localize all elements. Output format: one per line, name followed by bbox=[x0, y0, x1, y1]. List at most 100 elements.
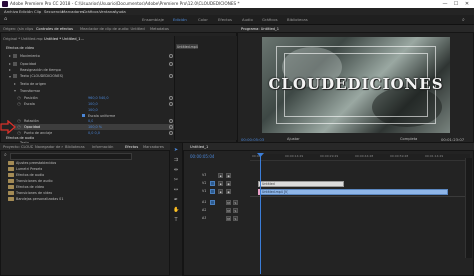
value-punto-anclaje[interactable]: 0,0 0,0 bbox=[88, 131, 100, 135]
solo-icon[interactable]: S bbox=[233, 200, 238, 205]
menu-ventana[interactable]: Ventana bbox=[99, 9, 115, 14]
video-frame[interactable]: CLOUDEDICIONES bbox=[262, 37, 450, 133]
eye-icon[interactable]: ◉ bbox=[226, 189, 231, 194]
timeline-timecode[interactable]: 00:00:05:04 bbox=[190, 154, 214, 159]
lock-track-icon[interactable]: ▪ bbox=[218, 181, 223, 186]
tab-effect-controls[interactable]: Controles de efectos bbox=[36, 27, 78, 31]
solo-icon[interactable]: S bbox=[233, 208, 238, 213]
reset-icon[interactable] bbox=[169, 54, 173, 58]
fx-badge-icon[interactable] bbox=[13, 54, 17, 58]
mute-icon[interactable]: M bbox=[226, 216, 231, 221]
maximize-button[interactable]: ☐ bbox=[451, 1, 461, 7]
tab-marcadores[interactable]: Marcadores bbox=[143, 145, 167, 149]
fx-badge-icon[interactable] bbox=[13, 74, 17, 78]
value-opacidad[interactable]: 100,0 % bbox=[88, 125, 102, 129]
tab-program[interactable]: Programa: Untitled_1 bbox=[241, 27, 351, 31]
stopwatch-icon[interactable]: ◷ bbox=[17, 96, 21, 100]
effects-search-input[interactable] bbox=[10, 153, 132, 160]
folder-efectos-audio[interactable]: Efectos de audio bbox=[16, 173, 44, 177]
reset-icon[interactable] bbox=[169, 96, 173, 100]
workspace-tab-graficos[interactable]: Gráficos bbox=[262, 17, 278, 22]
tab-info[interactable]: Información bbox=[92, 145, 114, 149]
home-icon[interactable]: ⌂ bbox=[4, 17, 9, 22]
mute-icon[interactable]: M bbox=[226, 200, 231, 205]
track-target-toggle[interactable] bbox=[210, 189, 215, 194]
tab-efectos[interactable]: Efectos bbox=[125, 145, 140, 149]
tab-metadatos[interactable]: Metadatos bbox=[150, 27, 180, 31]
mute-icon[interactable]: M bbox=[226, 208, 231, 213]
folder-transiciones-audio[interactable]: Transiciones de audio bbox=[16, 179, 53, 183]
hand-tool-icon[interactable]: ✋ bbox=[173, 207, 179, 213]
program-timecode-current[interactable]: 00:00:05:03 bbox=[241, 137, 264, 142]
stopwatch-icon[interactable]: ◷ bbox=[17, 131, 21, 135]
workspace-tab-efectos[interactable]: Efectos bbox=[218, 17, 232, 22]
workspace-tab-ensamblaje[interactable]: Ensamblaje bbox=[142, 17, 164, 22]
collapse-icon[interactable] bbox=[14, 90, 16, 92]
fx-badge-icon[interactable] bbox=[13, 62, 17, 66]
pen-tool-icon[interactable]: ✒ bbox=[173, 197, 179, 203]
menu-marcadores[interactable]: Marcadores bbox=[62, 9, 84, 14]
menu-edicion[interactable]: Edición bbox=[19, 9, 33, 14]
search-icon[interactable]: ⌕ bbox=[462, 17, 465, 23]
value-posicion[interactable]: 960,0 540,0 bbox=[88, 96, 109, 100]
selection-tool-icon[interactable]: ➤ bbox=[173, 147, 179, 153]
type-tool-icon[interactable]: T bbox=[173, 217, 179, 223]
close-button[interactable]: ✕ bbox=[462, 1, 472, 7]
workspace-tab-color[interactable]: Color bbox=[198, 17, 208, 22]
reset-icon[interactable] bbox=[169, 119, 173, 123]
expand-icon[interactable] bbox=[14, 83, 16, 85]
expand-icon[interactable] bbox=[9, 63, 11, 65]
menu-clip[interactable]: Clip bbox=[34, 9, 41, 14]
menu-archivo[interactable]: Archivo bbox=[4, 9, 18, 14]
menu-graficos[interactable]: Gráficos bbox=[83, 9, 99, 14]
slip-tool-icon[interactable]: ↔ bbox=[173, 187, 179, 193]
tab-media-browser[interactable]: Navegador de medios bbox=[35, 145, 63, 149]
reset-icon[interactable] bbox=[169, 125, 173, 129]
eye-icon[interactable]: ◉ bbox=[226, 181, 231, 186]
stopwatch-icon[interactable]: ◷ bbox=[17, 119, 21, 123]
reset-icon[interactable] bbox=[169, 62, 173, 66]
value-escala-ancho[interactable]: 100,0 bbox=[88, 108, 98, 112]
tab-audio-clip-mixer[interactable]: Mezclador de clip de audio: Untitled bbox=[80, 27, 148, 31]
timeline-playhead[interactable] bbox=[260, 154, 261, 274]
stopwatch-icon[interactable]: ◷ bbox=[17, 102, 21, 106]
reset-icon[interactable] bbox=[169, 74, 173, 78]
workspace-tab-bibliotecas[interactable]: Bibliotecas bbox=[287, 17, 308, 22]
track-target-toggle[interactable] bbox=[210, 200, 215, 205]
sequence-clip-label[interactable]: Untitled * Untitled_1... bbox=[44, 37, 94, 41]
value-escala[interactable]: 100,0 bbox=[88, 102, 98, 106]
reset-icon[interactable] bbox=[169, 102, 173, 106]
folder-bandejas[interactable]: Bandejas personalizadas 01 bbox=[16, 197, 64, 201]
reset-icon[interactable] bbox=[169, 131, 173, 135]
minimize-button[interactable]: — bbox=[440, 1, 450, 7]
stopwatch-icon[interactable]: ◷ bbox=[17, 125, 21, 129]
eye-icon[interactable]: ◉ bbox=[226, 173, 231, 178]
razor-tool-icon[interactable]: ✂ bbox=[173, 177, 179, 183]
overlay-title-text[interactable]: CLOUDEDICIONES bbox=[262, 75, 450, 93]
lock-track-icon[interactable]: ▪ bbox=[218, 189, 223, 194]
collapse-icon[interactable] bbox=[9, 76, 11, 78]
program-quality-select[interactable]: Completa bbox=[400, 137, 417, 141]
ripple-edit-tool-icon[interactable]: ⇹ bbox=[173, 167, 179, 173]
workspace-tab-edicion[interactable]: Edición bbox=[173, 17, 187, 22]
tab-project[interactable]: Proyecto: CLOUDEDICIONES bbox=[3, 145, 33, 149]
tab-libraries[interactable]: Bibliotecas bbox=[65, 145, 87, 149]
workspace-tab-audio[interactable]: Audio bbox=[242, 17, 253, 22]
menu-ayuda[interactable]: Ayuda bbox=[114, 9, 126, 14]
expand-icon[interactable] bbox=[9, 55, 11, 57]
expand-icon[interactable] bbox=[9, 69, 11, 71]
master-clip-label[interactable]: Original * Untitled.mp4 bbox=[3, 37, 43, 41]
folder-efectos-video[interactable]: Efectos de vídeo bbox=[16, 185, 44, 189]
track-target-toggle[interactable] bbox=[210, 181, 215, 186]
folder-transiciones-video[interactable]: Transiciones de vídeo bbox=[16, 191, 52, 195]
tab-timeline-sequence[interactable]: Untitled_1 bbox=[190, 145, 230, 149]
folder-lumetri[interactable]: Lumetri Presets bbox=[16, 167, 42, 171]
folder-ajustes[interactable]: Ajustes preestablecidos bbox=[16, 161, 56, 165]
uniform-scale-checkbox[interactable] bbox=[82, 114, 85, 117]
tab-origen[interactable]: Origen: (sin clips) bbox=[3, 27, 33, 31]
lock-track-icon[interactable]: ▪ bbox=[218, 173, 223, 178]
track-select-tool-icon[interactable]: ⇉ bbox=[173, 157, 179, 163]
program-fit-select[interactable]: Ajustar bbox=[287, 137, 300, 141]
solo-icon[interactable]: S bbox=[233, 216, 238, 221]
value-rotacion[interactable]: 0,0 bbox=[88, 119, 93, 123]
